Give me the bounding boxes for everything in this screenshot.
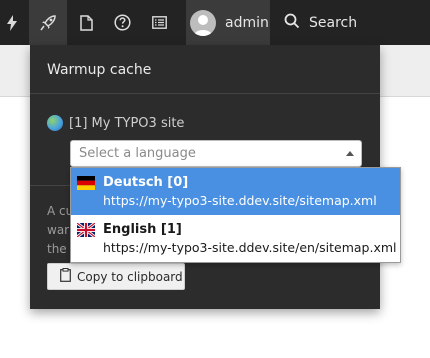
copy-to-clipboard-button[interactable]: Copy to clipboard [47,263,185,290]
toolbar-file-button[interactable] [72,0,100,45]
caret-up-icon [346,151,354,156]
toolbar-warmup-button[interactable] [29,0,67,45]
search-label: Search [309,14,358,31]
toolbar-help-button[interactable] [108,0,136,45]
clipboard-icon [60,267,71,286]
option-name: English [1] [103,222,182,237]
divider [30,93,380,94]
option-url: https://my-typo3-site.ddev.site/sitemap.… [103,193,377,208]
user-menu-button[interactable]: admin [186,0,270,45]
bolt-icon [7,14,17,31]
option-url: https://my-typo3-site.ddev.site/en/sitem… [103,240,397,255]
site-row: [1] My TYPO3 site [47,114,184,132]
uk-flag-icon [76,221,96,241]
help-icon [113,14,131,31]
language-options-list: Deutsch [0] https://my-typo3-site.ddev.s… [70,167,401,263]
option-name: Deutsch [0] [103,175,189,190]
top-toolbar: admin Search [0,0,430,45]
rocket-icon [39,14,57,31]
search-icon [284,13,300,33]
language-select[interactable]: Select a language [70,140,362,167]
panel-title: Warmup cache [47,62,152,78]
search-button[interactable]: Search [284,0,430,45]
language-option-english[interactable]: English [1] https://my-typo3-site.ddev.s… [71,215,400,262]
toolbar-flush-cache-button[interactable] [0,0,24,45]
globe-icon [47,115,63,131]
germany-flag-icon [77,176,95,194]
list-icon [151,16,167,29]
select-placeholder: Select a language [79,146,196,161]
copy-button-label: Copy to clipboard [77,269,183,284]
toolbar-list-button[interactable] [145,0,173,45]
site-label: [1] My TYPO3 site [69,115,185,131]
file-icon [79,14,93,31]
language-option-deutsch[interactable]: Deutsch [0] https://my-typo3-site.ddev.s… [71,168,400,215]
user-name: admin [225,14,269,31]
avatar [190,9,216,36]
